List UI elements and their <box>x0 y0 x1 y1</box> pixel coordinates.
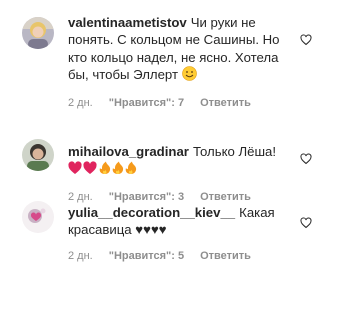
avatar[interactable] <box>22 201 54 233</box>
avatar[interactable] <box>22 17 54 49</box>
hearts-and-fire-emoji-icon <box>68 161 144 179</box>
comment-likes[interactable]: "Нравится": 5 <box>109 250 184 262</box>
comment-username[interactable]: yulia__decoration__kiev__ <box>68 205 235 220</box>
comment-text: mihailova_gradinar Только Лёша! <box>68 143 290 180</box>
comment-text: valentinaametistov Чи руки не понять. С к… <box>68 14 290 86</box>
reply-button[interactable]: Ответить <box>200 191 251 203</box>
comment-time[interactable]: 2 дн. <box>68 250 93 262</box>
comment-username[interactable]: mihailova_gradinar <box>68 144 189 159</box>
reply-button[interactable]: Ответить <box>200 250 251 262</box>
comment-meta: 2 дн. "Нравится": 3 Ответить <box>68 191 290 203</box>
comment-text: yulia__decoration__kiev__ Какая красавица… <box>68 204 290 239</box>
smile-emoji-icon <box>181 66 197 85</box>
comment-username[interactable]: valentinaametistov <box>68 15 187 30</box>
reply-button[interactable]: Ответить <box>200 97 251 109</box>
comment-meta: 2 дн. "Нравится": 5 Ответить <box>68 250 290 262</box>
like-heart-icon[interactable] <box>300 33 312 46</box>
comment-time[interactable]: 2 дн. <box>68 97 93 109</box>
like-heart-icon[interactable] <box>300 216 312 229</box>
comment-body: Только Лёша! <box>192 144 277 159</box>
comment-likes[interactable]: "Нравится": 3 <box>109 191 184 203</box>
avatar[interactable] <box>22 139 54 171</box>
comment-time[interactable]: 2 дн. <box>68 191 93 203</box>
like-heart-icon[interactable] <box>300 152 312 165</box>
comment-meta: 2 дн. "Нравится": 7 Ответить <box>68 97 290 109</box>
comment-likes[interactable]: "Нравится": 7 <box>109 97 184 109</box>
